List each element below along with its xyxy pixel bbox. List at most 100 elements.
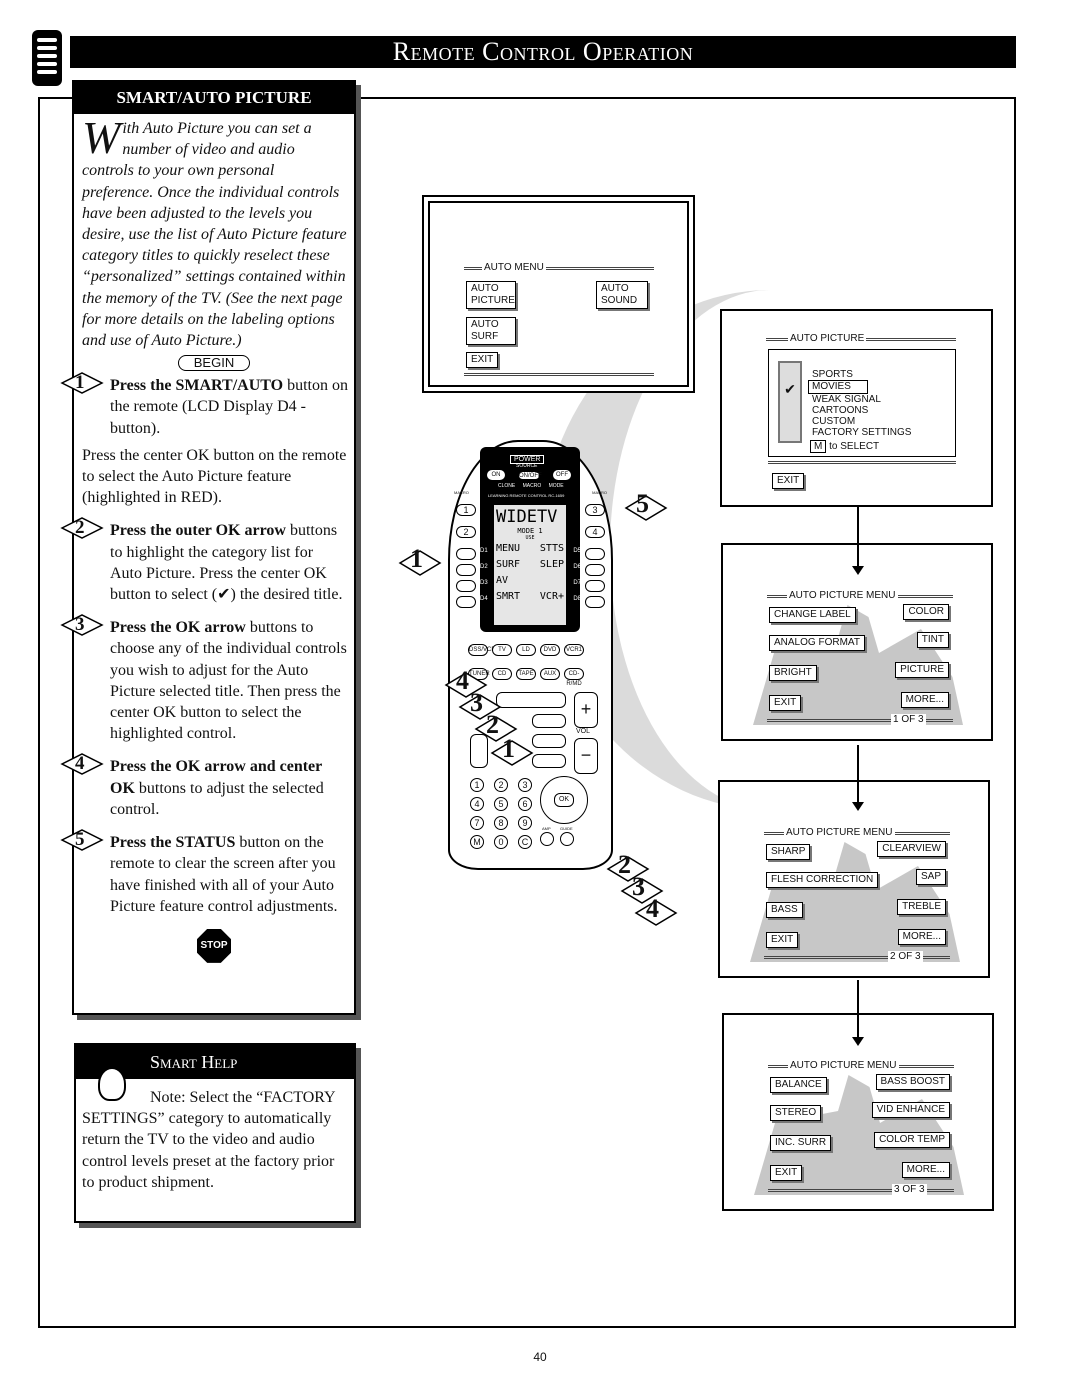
- balance-button[interactable]: BALANCE: [770, 1077, 827, 1093]
- source-dss-vcr2-button[interactable]: DSS/VCR2: [468, 644, 499, 656]
- source-dvd-button[interactable]: DVD: [540, 644, 560, 656]
- digit-M-button[interactable]: M: [470, 835, 484, 849]
- digit-5-button[interactable]: 5: [494, 797, 508, 811]
- picture-button[interactable]: PICTURE: [895, 662, 949, 678]
- amp-button[interactable]: [540, 832, 554, 846]
- vid-enhance-button[interactable]: VID ENHANCE: [871, 1102, 950, 1118]
- softkey-d8-button[interactable]: [585, 596, 605, 608]
- softkey-label: D6: [573, 564, 581, 570]
- digit-0-button[interactable]: 0: [494, 835, 508, 849]
- color-button[interactable]: COLOR: [903, 604, 949, 620]
- step-number: 1: [75, 372, 85, 394]
- callout-number: 1: [410, 544, 423, 573]
- option-movies[interactable]: MOVIES: [808, 380, 868, 394]
- section-heading: SMART/AUTO PICTURE: [74, 82, 354, 114]
- color-temp-button[interactable]: COLOR TEMP: [874, 1132, 950, 1148]
- option-custom[interactable]: CUSTOM: [812, 416, 911, 427]
- macro-1-button[interactable]: 1: [456, 504, 476, 516]
- source-cd-button[interactable]: CD: [492, 668, 512, 680]
- ok-button[interactable]: OK: [554, 793, 574, 807]
- more--button[interactable]: MORE...: [900, 692, 949, 708]
- checkmark-icon: ✔: [778, 361, 802, 443]
- lcd-softkey-label: SURF: [496, 559, 521, 570]
- lcd-row: SURF SLEP: [496, 557, 564, 573]
- flow-arrow: [852, 980, 864, 1046]
- digit-C-button[interactable]: C: [518, 835, 532, 849]
- digit-2-button[interactable]: 2: [494, 778, 508, 792]
- digit-9-button[interactable]: 9: [518, 816, 532, 830]
- volume-up-button[interactable]: +: [574, 692, 598, 728]
- bass-button[interactable]: BASS: [766, 902, 803, 918]
- softkey-d1-button[interactable]: [456, 548, 476, 560]
- on-button[interactable]: ON: [486, 469, 506, 481]
- callout-number: 1: [502, 734, 515, 763]
- callout-number: 2: [618, 850, 631, 879]
- source-vcr1-button[interactable]: VCR1: [564, 644, 584, 656]
- sharp-button[interactable]: SHARP: [766, 844, 811, 860]
- source-ld-button[interactable]: LD: [516, 644, 536, 656]
- bass-boost-button[interactable]: BASS BOOST: [875, 1074, 950, 1090]
- exit-button[interactable]: EXIT: [766, 932, 799, 948]
- m-key: M: [810, 440, 827, 453]
- option-sports[interactable]: SPORTS: [812, 369, 911, 380]
- lcd-softkey-label: SLEP: [539, 559, 564, 570]
- softkey-d6-button[interactable]: [585, 564, 605, 576]
- softkey-d3-button[interactable]: [456, 580, 476, 592]
- option-cartoons[interactable]: CARTOONS: [812, 405, 911, 416]
- skip-forward-button[interactable]: [532, 734, 566, 748]
- off-button[interactable]: OFF: [552, 469, 572, 481]
- auto-surf-button[interactable]: AUTO SURF: [466, 317, 516, 345]
- source-aux-button[interactable]: AUX: [540, 668, 560, 680]
- digit-4-button[interactable]: 4: [470, 797, 484, 811]
- more--button[interactable]: MORE...: [897, 929, 946, 945]
- source-onoff-button[interactable]: ON/OFF: [518, 471, 542, 480]
- exit-button[interactable]: EXIT: [770, 1165, 803, 1181]
- play-button[interactable]: [496, 692, 566, 708]
- clearview-button[interactable]: CLEARVIEW: [877, 841, 946, 857]
- step-action: Press the outer OK arrow: [110, 522, 286, 540]
- intro-body: ith Auto Picture you can set a number of…: [82, 120, 347, 350]
- tint-button[interactable]: TINT: [916, 632, 949, 648]
- source-tv-button[interactable]: TV: [492, 644, 512, 656]
- bright-button[interactable]: BRIGHT: [769, 665, 817, 681]
- exit-button[interactable]: EXIT: [466, 352, 499, 368]
- more--button[interactable]: MORE...: [901, 1162, 950, 1178]
- page-number: 40: [533, 1350, 547, 1364]
- treble-button[interactable]: TREBLE: [897, 899, 946, 915]
- change-label-button[interactable]: CHANGE LABEL: [769, 607, 856, 623]
- fast-forward-button[interactable]: [532, 754, 566, 768]
- analog-format-button[interactable]: ANALOG FORMAT: [769, 635, 865, 651]
- callout-number: 4: [646, 894, 659, 923]
- exit-button[interactable]: EXIT: [769, 695, 802, 711]
- stereo-button[interactable]: STEREO: [770, 1105, 822, 1121]
- guide-button[interactable]: [560, 832, 574, 846]
- softkey-label: D8: [573, 596, 581, 602]
- digit-7-button[interactable]: 7: [470, 816, 484, 830]
- exit-button[interactable]: EXIT: [772, 473, 805, 489]
- macro-3-button[interactable]: 3: [585, 504, 605, 516]
- softkey-d2-button[interactable]: [456, 564, 476, 576]
- macro-2-button[interactable]: 2: [456, 526, 476, 538]
- option-weak-signal[interactable]: WEAK SIGNAL: [812, 394, 911, 405]
- softkey-label: D7: [573, 580, 581, 586]
- inc-surr-button[interactable]: INC. SURR: [770, 1135, 832, 1151]
- softkey-d5-button[interactable]: [585, 548, 605, 560]
- option-factory-settings[interactable]: FACTORY SETTINGS: [812, 427, 911, 438]
- lcd-softkey-label: SMRT: [496, 591, 521, 602]
- sap-button[interactable]: SAP: [915, 869, 946, 885]
- menu-title: AUTO PICTURE MENU: [787, 590, 898, 601]
- stop-button[interactable]: [532, 714, 566, 728]
- source-cd-r-md-button[interactable]: CD-R/MD: [564, 668, 584, 687]
- softkey-d7-button[interactable]: [585, 580, 605, 592]
- digit-6-button[interactable]: 6: [518, 797, 532, 811]
- volume-down-button[interactable]: −: [574, 738, 598, 774]
- digit-8-button[interactable]: 8: [494, 816, 508, 830]
- macro-4-button[interactable]: 4: [585, 526, 605, 538]
- auto-sound-button[interactable]: AUTO SOUND: [596, 281, 648, 309]
- softkey-d4-button[interactable]: [456, 596, 476, 608]
- flesh-correction-button[interactable]: FLESH CORRECTION: [766, 872, 879, 888]
- digit-3-button[interactable]: 3: [518, 778, 532, 792]
- auto-picture-button[interactable]: AUTO PICTURE: [466, 281, 516, 309]
- digit-1-button[interactable]: 1: [470, 778, 484, 792]
- source-tape-button[interactable]: TAPE: [516, 668, 536, 680]
